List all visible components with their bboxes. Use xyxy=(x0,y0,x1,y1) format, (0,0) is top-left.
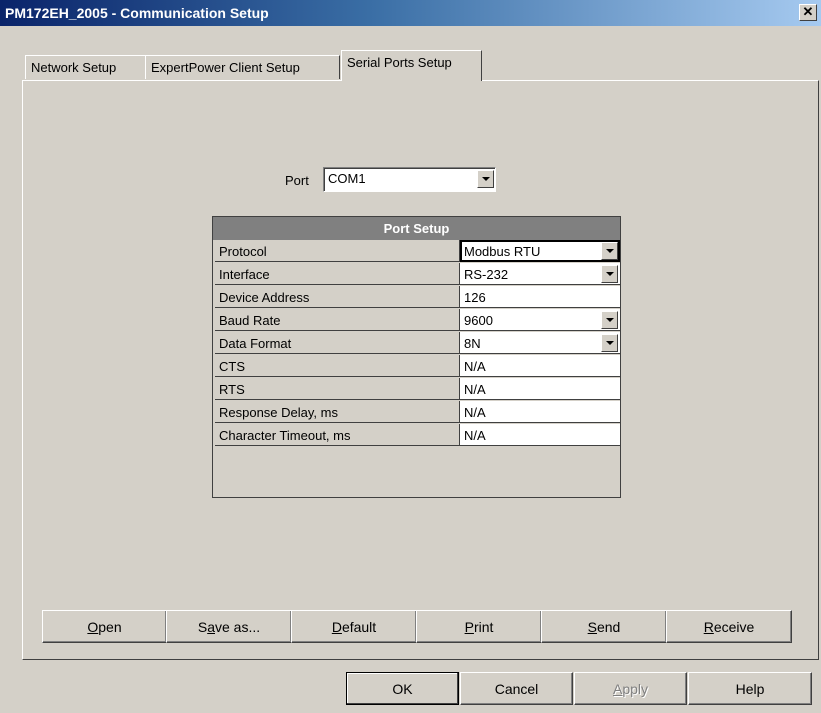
save-as-button[interactable]: Save as... xyxy=(166,610,292,643)
port-setup-grid: Port Setup Protocol Modbus RTU Interface… xyxy=(212,216,621,498)
open-button[interactable]: Open xyxy=(42,610,167,643)
table-row: Protocol Modbus RTU xyxy=(213,240,620,263)
cancel-button[interactable]: Cancel xyxy=(460,672,573,705)
baud-rate-value: 9600 xyxy=(464,313,493,328)
close-button[interactable]: ✕ xyxy=(799,4,817,21)
chevron-down-icon[interactable] xyxy=(601,265,618,283)
character-timeout-field[interactable]: N/A xyxy=(460,424,620,446)
open-label: pen xyxy=(98,619,122,635)
protocol-select[interactable]: Modbus RTU xyxy=(460,240,620,262)
receive-button[interactable]: Receive xyxy=(666,610,792,643)
baud-rate-select[interactable]: 9600 xyxy=(460,309,620,331)
default-label: efault xyxy=(341,619,377,635)
receive-mnemonic: R xyxy=(703,619,714,635)
device-address-value: 126 xyxy=(464,290,486,305)
chevron-down-icon[interactable] xyxy=(601,242,618,260)
row-label: Protocol xyxy=(215,240,460,262)
save-as-label-start: S xyxy=(197,619,208,635)
protocol-value: Modbus RTU xyxy=(464,244,541,259)
tab-expertpower-client-setup[interactable]: ExpertPower Client Setup xyxy=(145,55,340,79)
title-bar: PM172EH_2005 - Communication Setup ✕ xyxy=(0,0,821,26)
chevron-down-icon[interactable] xyxy=(601,334,618,352)
row-label: CTS xyxy=(215,355,460,377)
rts-field[interactable]: N/A xyxy=(460,378,620,400)
tab-label: Network Setup xyxy=(31,60,117,75)
tab-network-setup[interactable]: Network Setup xyxy=(25,55,146,79)
print-label: rint xyxy=(473,619,494,635)
row-label: Data Format xyxy=(215,332,460,354)
table-row: CTS N/A xyxy=(213,355,620,378)
grid-header: Port Setup xyxy=(213,217,620,240)
interface-select[interactable]: RS-232 xyxy=(460,263,620,285)
row-label: Response Delay, ms xyxy=(215,401,460,423)
send-label: end xyxy=(596,619,621,635)
default-button[interactable]: Default xyxy=(291,610,417,643)
cts-value: N/A xyxy=(464,359,486,374)
table-row: Baud Rate 9600 xyxy=(213,309,620,332)
save-as-label: ve as... xyxy=(215,619,261,635)
character-timeout-value: N/A xyxy=(464,428,486,443)
ok-label: OK xyxy=(392,681,413,697)
row-label: Device Address xyxy=(215,286,460,308)
apply-mnemonic: A xyxy=(612,681,623,697)
table-row: Response Delay, ms N/A xyxy=(213,401,620,424)
apply-label: pply xyxy=(622,681,649,697)
table-row: Data Format 8N xyxy=(213,332,620,355)
print-button[interactable]: Print xyxy=(416,610,542,643)
response-delay-field[interactable]: N/A xyxy=(460,401,620,423)
save-as-mnemonic: a xyxy=(207,619,215,635)
open-mnemonic: O xyxy=(87,619,99,635)
default-mnemonic: D xyxy=(331,619,342,635)
tab-label: ExpertPower Client Setup xyxy=(151,60,300,75)
ok-button[interactable]: OK xyxy=(346,672,459,705)
receive-label: eceive xyxy=(713,619,755,635)
port-select[interactable]: COM1 xyxy=(323,167,496,192)
cancel-label: Cancel xyxy=(494,681,539,697)
send-mnemonic: S xyxy=(587,619,597,635)
send-button[interactable]: Send xyxy=(541,610,667,643)
row-label: Interface xyxy=(215,263,460,285)
table-row: Device Address 126 xyxy=(213,286,620,309)
row-label: RTS xyxy=(215,378,460,400)
rts-value: N/A xyxy=(464,382,486,397)
help-label: Help xyxy=(735,681,765,697)
window-title: PM172EH_2005 - Communication Setup xyxy=(5,5,269,21)
apply-button[interactable]: Apply xyxy=(574,672,687,705)
chevron-down-icon[interactable] xyxy=(477,170,494,188)
print-mnemonic: P xyxy=(464,619,474,635)
tab-label: Serial Ports Setup xyxy=(347,55,452,70)
chevron-down-icon[interactable] xyxy=(601,311,618,329)
row-label: Character Timeout, ms xyxy=(215,424,460,446)
row-label: Baud Rate xyxy=(215,309,460,331)
close-icon: ✕ xyxy=(802,4,814,19)
device-address-field[interactable]: 126 xyxy=(460,286,620,308)
table-row: Interface RS-232 xyxy=(213,263,620,286)
table-row: RTS N/A xyxy=(213,378,620,401)
cts-field[interactable]: N/A xyxy=(460,355,620,377)
interface-value: RS-232 xyxy=(464,267,509,282)
data-format-select[interactable]: 8N xyxy=(460,332,620,354)
tab-serial-ports-setup[interactable]: Serial Ports Setup xyxy=(341,50,482,81)
port-value: COM1 xyxy=(328,171,366,186)
help-button[interactable]: Help xyxy=(688,672,812,705)
response-delay-value: N/A xyxy=(464,405,486,420)
data-format-value: 8N xyxy=(464,336,481,351)
port-label: Port xyxy=(285,173,309,188)
table-row: Character Timeout, ms N/A xyxy=(213,424,620,447)
